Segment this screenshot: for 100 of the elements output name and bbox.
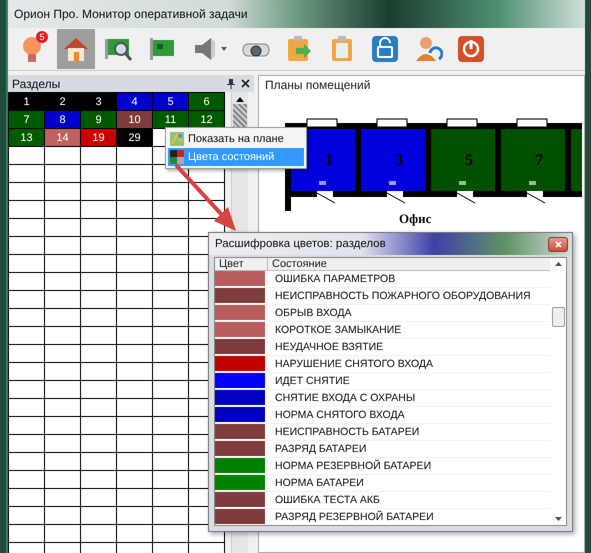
room-label: 7 [535, 152, 543, 169]
caret-icon [221, 47, 227, 51]
empty-cell [45, 327, 81, 345]
state-label: НОРМА РЕЗЕРВНОЙ БАТАРЕИ [274, 460, 432, 472]
scrollbar-thumb[interactable] [233, 104, 247, 128]
state-label: НОРМА БАТАРЕИ [274, 477, 364, 489]
section-cell[interactable]: 5 [153, 93, 189, 111]
section-cell[interactable]: 19 [81, 129, 117, 147]
toolbar-button[interactable]: 5 [14, 29, 52, 69]
empty-cell [45, 363, 81, 381]
room-label: 3 [395, 152, 403, 169]
empty-cell [117, 471, 153, 489]
close-button[interactable] [548, 236, 568, 252]
empty-cell [45, 183, 81, 201]
empty-cell [81, 525, 117, 543]
empty-cell [81, 219, 117, 237]
empty-cell [117, 165, 153, 183]
column-header[interactable]: Цвет [215, 258, 268, 270]
empty-cell [81, 363, 117, 381]
state-label: НЕИСПРАВНОСТЬ БАТАРЕИ [274, 426, 420, 438]
section-cell[interactable]: 6 [189, 93, 225, 111]
section-cell[interactable]: 4 [117, 93, 153, 111]
state-label: ОБРЫВ ВХОДА [274, 307, 352, 319]
power-icon [456, 34, 486, 64]
state-label: НАРУШЕНИЕ СНЯТОГО ВХОДА [274, 358, 433, 370]
state-label: НЕУДАЧНОЕ ВЗЯТИЕ [274, 341, 384, 353]
empty-cell [117, 453, 153, 471]
window-mark [446, 118, 478, 128]
empty-cell [45, 417, 81, 435]
empty-cell [81, 417, 117, 435]
empty-cell [81, 255, 117, 273]
empty-cell [81, 507, 117, 525]
empty-cell [81, 237, 117, 255]
empty-cell [45, 309, 81, 327]
door-drawing [456, 191, 476, 204]
close-icon[interactable] [241, 79, 250, 88]
empty-cell [45, 255, 81, 273]
map-icon [170, 132, 184, 146]
section-cell[interactable]: 14 [45, 129, 81, 147]
empty-cell [45, 453, 81, 471]
empty-cell [117, 399, 153, 417]
state-label: КОРОТКОЕ ЗАМЫКАНИЕ [274, 324, 402, 336]
empty-cell [45, 525, 81, 543]
section-cell[interactable]: 10 [117, 111, 153, 129]
window-mark [516, 118, 548, 128]
empty-cell [117, 183, 153, 201]
empty-cell [153, 219, 189, 237]
scrollbar-thumb[interactable] [552, 306, 564, 326]
empty-cell [81, 183, 117, 201]
state-label: ОШИБКА ПАРАМЕТРОВ [274, 273, 396, 285]
section-cell[interactable]: 13 [9, 129, 45, 147]
empty-cell [81, 345, 117, 363]
section-cell[interactable]: 9 [81, 111, 117, 129]
empty-cell [117, 363, 153, 381]
empty-cell [81, 327, 117, 345]
empty-cell [45, 165, 81, 183]
indicator-light [319, 181, 326, 185]
section-cell[interactable]: 3 [81, 93, 117, 111]
section-cell[interactable]: 8 [45, 111, 81, 129]
empty-cell [81, 489, 117, 507]
state-label: РАЗРЯД РЕЗЕРВНОЙ БАТАРЕИ [274, 511, 434, 523]
section-cell[interactable]: 7 [9, 111, 45, 129]
indicator-light [529, 181, 536, 185]
user-icon [413, 34, 443, 64]
room-label: 5 [465, 152, 473, 169]
section-cell[interactable]: 29 [117, 129, 153, 147]
empty-cell [117, 327, 153, 345]
empty-cell [45, 435, 81, 453]
pointer-arrow [174, 164, 236, 231]
empty-cell [117, 273, 153, 291]
notification-badge: 5 [36, 31, 48, 43]
section-cell[interactable]: 1 [9, 93, 45, 111]
section-cell[interactable]: 2 [45, 93, 81, 111]
menu-item[interactable]: Показать на плане [168, 130, 304, 148]
window-title: Орион Про. Монитор оперативной задачи [14, 7, 248, 21]
empty-cell [117, 219, 153, 237]
empty-cell [153, 525, 189, 543]
empty-cell [117, 435, 153, 453]
empty-cell [81, 309, 117, 327]
indicator-light [459, 181, 466, 185]
column-header[interactable]: Состояние [268, 258, 327, 270]
empty-cell [45, 399, 81, 417]
empty-cell [45, 381, 81, 399]
empty-cell [81, 453, 117, 471]
area-label: Офис [399, 211, 432, 226]
empty-cell [117, 201, 153, 219]
empty-cell [81, 165, 117, 183]
empty-cell [45, 273, 81, 291]
section-cell[interactable]: 11 [153, 111, 189, 129]
pin-icon[interactable] [227, 78, 235, 88]
empty-cell [153, 201, 189, 219]
state-label: НОРМА СНЯТОГО ВХОДА [274, 409, 405, 421]
state-label: ОШИБКА ТЕСТА АКБ [274, 494, 380, 506]
toolbar-button[interactable] [57, 29, 95, 69]
up-arrow-icon [554, 262, 562, 266]
empty-cell [45, 291, 81, 309]
state-label: НЕИСПРАВНОСТЬ ПОЖАРНОГО ОБОРУДОВАНИЯ [274, 290, 531, 302]
empty-cell [117, 309, 153, 327]
empty-cell [117, 381, 153, 399]
lock-icon [370, 34, 400, 64]
